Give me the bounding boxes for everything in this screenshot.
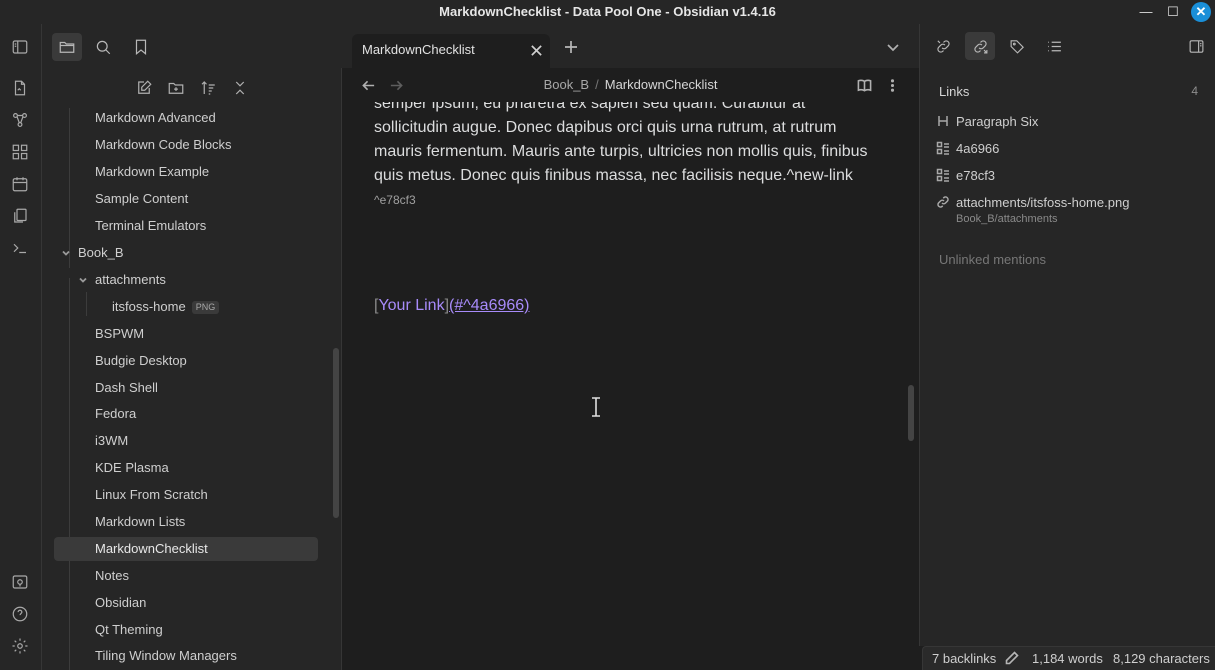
- character-count: 8,129 characters: [1113, 651, 1210, 666]
- canvas-icon[interactable]: [10, 142, 30, 162]
- file-explorer-icon[interactable]: [52, 33, 82, 61]
- status-bar: 7 backlinks 1,184 words 8,129 characters: [922, 646, 1215, 670]
- breadcrumb: Book_B / MarkdownChecklist: [543, 77, 718, 92]
- editor-scrollbar[interactable]: [908, 385, 914, 441]
- link-icon: [936, 194, 950, 208]
- breadcrumb-title[interactable]: MarkdownChecklist: [605, 77, 718, 92]
- file-item[interactable]: KDE Plasma: [95, 456, 169, 480]
- word-count: 1,184 words: [1032, 651, 1103, 666]
- more-options-icon[interactable]: [882, 75, 902, 95]
- link-item-path: Book_B/attachments: [956, 213, 1058, 225]
- file-type-badge: PNG: [191, 301, 220, 314]
- file-nav-actions: [42, 68, 341, 108]
- tab-title: MarkdownChecklist: [362, 42, 475, 57]
- vault-switcher-icon[interactable]: [10, 572, 30, 592]
- file-item[interactable]: Dash Shell: [95, 376, 158, 400]
- daily-note-icon[interactable]: [10, 174, 30, 194]
- new-folder-icon[interactable]: [165, 77, 187, 99]
- link-item-file[interactable]: attachments/itsfoss-home.png: [936, 192, 1129, 214]
- file-item[interactable]: Fedora: [95, 402, 136, 426]
- unlinked-mentions-header[interactable]: Unlinked mentions: [939, 252, 1046, 267]
- file-item[interactable]: Budgie Desktop: [95, 349, 187, 373]
- file-item[interactable]: Markdown Lists: [95, 510, 185, 534]
- file-item[interactable]: Qt Theming: [95, 618, 163, 642]
- toggle-right-sidebar-icon[interactable]: [1181, 32, 1211, 60]
- editor-content[interactable]: semper ipsum, eu pharetra ex sapien sed …: [374, 102, 874, 670]
- file-item[interactable]: Terminal Emulators: [95, 214, 206, 238]
- graph-view-icon[interactable]: [10, 110, 30, 130]
- backlinks-icon[interactable]: [928, 32, 958, 60]
- ribbon: [0, 24, 42, 670]
- sort-icon[interactable]: [197, 77, 219, 99]
- editor-pane: Book_B / MarkdownChecklist semper ipsum, e…: [342, 68, 919, 670]
- outgoing-links-icon[interactable]: [965, 32, 995, 60]
- new-note-icon[interactable]: [133, 77, 155, 99]
- file-item[interactable]: Notes: [95, 564, 129, 588]
- file-item[interactable]: Sample Content: [95, 187, 188, 211]
- breadcrumb-folder[interactable]: Book_B: [544, 77, 590, 92]
- block-icon: [936, 140, 950, 155]
- window-title: MarkdownChecklist - Data Pool One - Obsi…: [439, 4, 776, 19]
- view-header: Book_B / MarkdownChecklist: [342, 68, 919, 102]
- close-tab-icon[interactable]: [526, 40, 546, 60]
- file-item[interactable]: Markdown Code Blocks: [95, 133, 232, 157]
- file-item[interactable]: Tiling Window Managers: [95, 644, 237, 668]
- maximize-icon[interactable]: ☐: [1163, 2, 1183, 22]
- links-count: 4: [1191, 84, 1198, 98]
- block-icon: [936, 167, 950, 182]
- command-palette-icon[interactable]: [10, 238, 30, 258]
- link-item-block[interactable]: 4a6966: [936, 138, 999, 160]
- file-item[interactable]: Linux From Scratch: [95, 483, 208, 507]
- backlinks-count[interactable]: 7 backlinks: [932, 651, 996, 666]
- file-item[interactable]: Markdown Advanced: [95, 106, 216, 130]
- outgoing-links-panel: Links 4 Paragraph Six 4a6966 e78cf3 atta…: [919, 68, 1215, 646]
- left-sidebar-header: [42, 24, 342, 68]
- collapse-all-icon[interactable]: [229, 77, 251, 99]
- edit-mode-icon[interactable]: [1005, 651, 1021, 667]
- chevron-down-icon: [77, 268, 89, 292]
- file-item-active[interactable]: MarkdownChecklist: [54, 537, 318, 561]
- file-explorer: Markdown Advanced Markdown Code Blocks M…: [42, 68, 342, 670]
- toggle-left-sidebar-icon[interactable]: [10, 37, 30, 57]
- link-item-heading[interactable]: Paragraph Six: [936, 111, 1038, 133]
- help-icon[interactable]: [10, 604, 30, 624]
- templates-icon[interactable]: [10, 206, 30, 226]
- link-item-block[interactable]: e78cf3: [936, 165, 995, 187]
- chevron-down-icon: [60, 241, 72, 265]
- block-id: ^e78cf3: [374, 193, 416, 207]
- panel-title: Links: [939, 84, 970, 99]
- paragraph[interactable]: semper ipsum, eu pharetra ex sapien sed …: [374, 102, 874, 216]
- title-bar: MarkdownChecklist - Data Pool One - Obsi…: [0, 0, 1215, 24]
- tags-icon[interactable]: [1002, 32, 1032, 60]
- heading-icon: [936, 113, 950, 127]
- search-icon[interactable]: [88, 33, 118, 61]
- file-item[interactable]: BSPWM: [95, 322, 144, 346]
- right-sidebar-header: [919, 24, 1215, 68]
- folder-item-attachments[interactable]: attachments: [77, 268, 317, 292]
- reading-view-icon[interactable]: [854, 75, 874, 95]
- text-cursor-icon: [590, 397, 602, 417]
- folder-item-book-b[interactable]: Book_B: [60, 241, 320, 265]
- plus-icon[interactable]: [561, 37, 581, 57]
- file-item[interactable]: Obsidian: [95, 591, 146, 615]
- outline-icon[interactable]: [1039, 32, 1069, 60]
- tab-markdownchecklist[interactable]: MarkdownChecklist: [352, 34, 550, 68]
- link-text[interactable]: Your Link: [378, 297, 444, 314]
- link-url[interactable]: (#^4a6966): [449, 297, 529, 314]
- file-item[interactable]: i3WM: [95, 429, 128, 453]
- internal-link[interactable]: [Your Link](#^4a6966): [374, 294, 529, 318]
- sidebar-scrollbar[interactable]: [333, 348, 339, 518]
- file-item[interactable]: Markdown Example: [95, 160, 209, 184]
- file-item-itsfoss-home[interactable]: itsfoss-home PNG: [112, 295, 220, 319]
- chevron-down-icon[interactable]: [884, 38, 902, 56]
- close-icon[interactable]: ✕: [1191, 2, 1211, 22]
- open-quick-switcher-icon[interactable]: [10, 78, 30, 98]
- minimize-icon[interactable]: —: [1136, 2, 1156, 22]
- settings-icon[interactable]: [10, 636, 30, 656]
- tab-bar: MarkdownChecklist: [342, 24, 919, 68]
- bookmarks-icon[interactable]: [126, 33, 156, 61]
